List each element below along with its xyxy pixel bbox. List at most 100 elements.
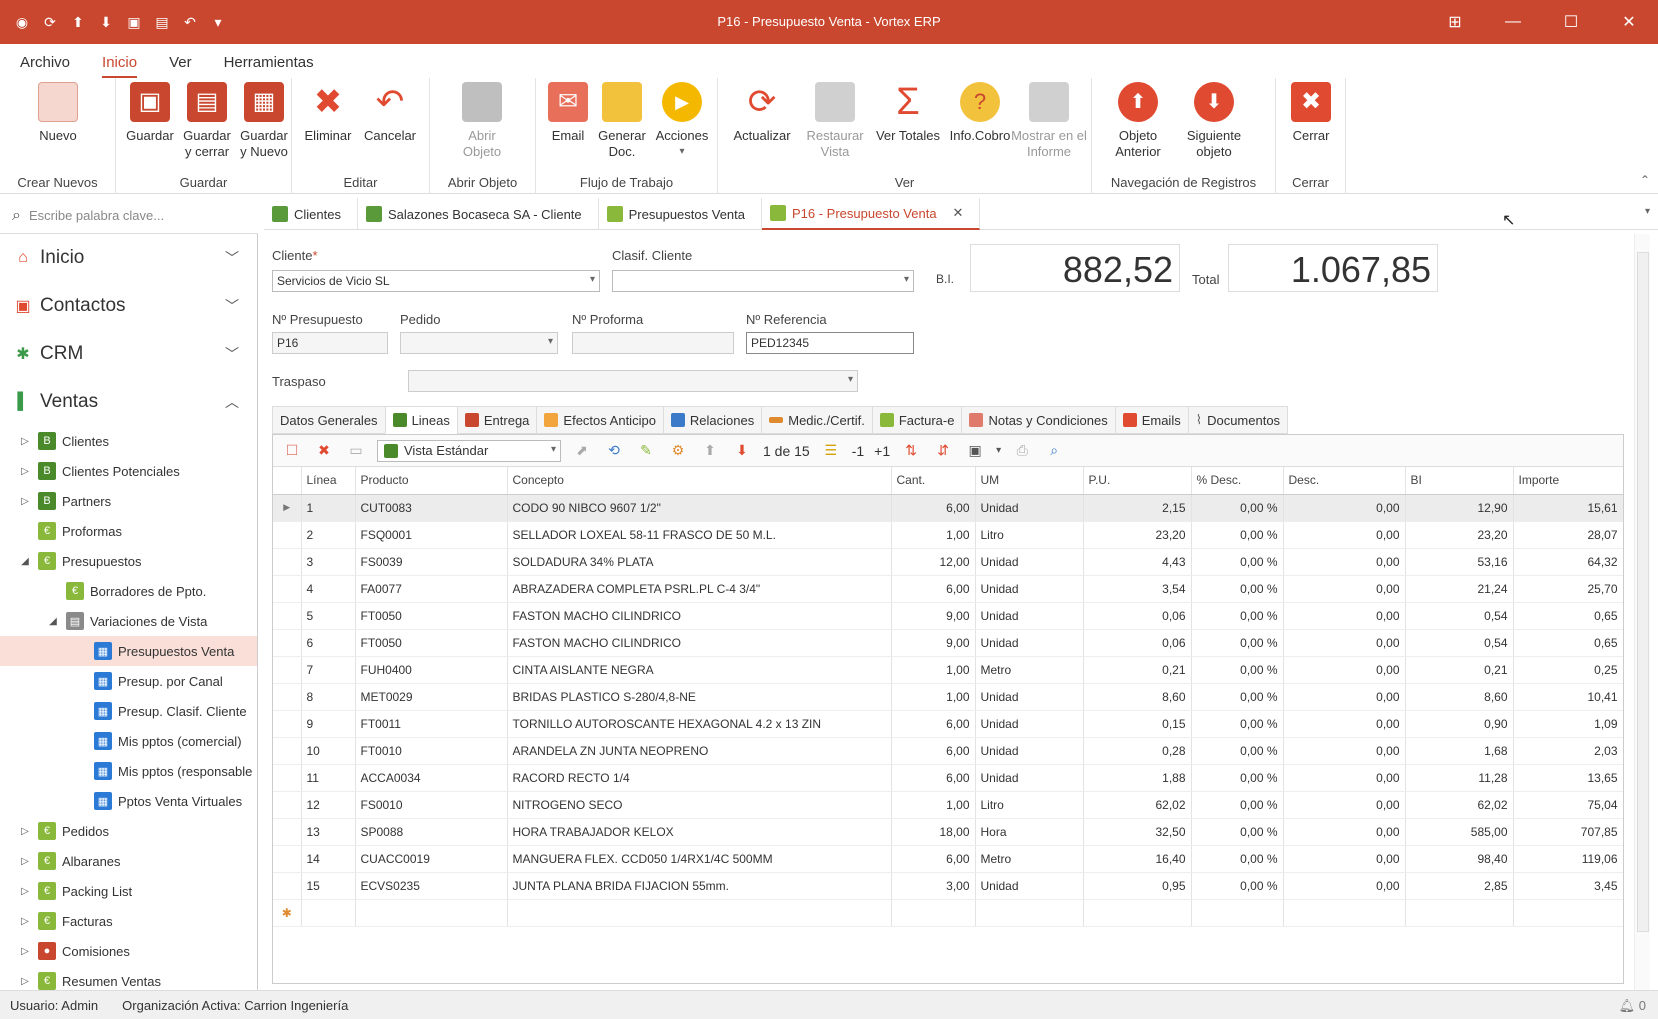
table-cell[interactable]: CINTA AISLANTE NEGRA xyxy=(507,656,892,684)
row-indicator[interactable] xyxy=(273,602,302,630)
table-cell[interactable]: 0,00 xyxy=(1283,737,1406,765)
table-cell[interactable]: FSQ0001 xyxy=(355,521,508,549)
table-cell[interactable]: RACORD RECTO 1/4 xyxy=(507,764,892,792)
table-row[interactable]: 10 FT0010 ARANDELA ZN JUNTA NEOPRENO 6,00 Un… xyxy=(273,737,1623,765)
table-cell[interactable]: 0,00 xyxy=(1283,818,1406,846)
table-cell[interactable]: Unidad xyxy=(975,872,1084,900)
table-cell[interactable]: 16,40 xyxy=(1083,845,1192,873)
prev-record-icon[interactable]: ⬆ xyxy=(699,440,721,462)
col-cant[interactable]: Cant. xyxy=(891,467,976,495)
table-cell[interactable]: ACCA0034 xyxy=(355,764,508,792)
table-cell[interactable]: 1,88 xyxy=(1083,764,1192,792)
table-cell[interactable] xyxy=(355,899,508,927)
tab-entrega[interactable]: Entrega xyxy=(456,406,537,434)
view-selector[interactable]: Vista Estándar xyxy=(377,439,561,462)
generar-doc-button[interactable]: Generar Doc. xyxy=(594,82,650,160)
notifications[interactable]: 🔔︎ 0 xyxy=(1619,998,1646,1014)
table-cell[interactable]: 6,00 xyxy=(891,764,976,792)
table-row[interactable]: 7 FUH0400 CINTA AISLANTE NEGRA 1,00 Metro 0,2… xyxy=(273,656,1623,684)
table-cell[interactable]: 0,28 xyxy=(1083,737,1192,765)
table-cell[interactable]: FS0010 xyxy=(355,791,508,819)
col-um[interactable]: UM xyxy=(975,467,1084,495)
pedido-field[interactable] xyxy=(400,332,558,354)
table-cell[interactable]: 0,00 xyxy=(1283,764,1406,792)
table-cell[interactable]: 1,00 xyxy=(891,521,976,549)
table-cell[interactable] xyxy=(1513,899,1623,927)
row-indicator[interactable] xyxy=(273,872,302,900)
table-cell[interactable]: FS0039 xyxy=(355,548,508,576)
guardar-nuevo-button[interactable]: ▦ Guardar y Nuevo xyxy=(236,82,292,160)
col-bi[interactable]: BI xyxy=(1405,467,1514,495)
table-cell[interactable]: 0,00 % xyxy=(1191,575,1284,603)
table-cell[interactable]: 0,95 xyxy=(1083,872,1192,900)
tab-salazones[interactable]: Salazones Bocaseca SA - Cliente xyxy=(358,198,599,230)
cliente-field[interactable]: Servicios de Vicio SL xyxy=(272,270,600,292)
guardar-cerrar-button[interactable]: ▤ Guardar y cerrar xyxy=(179,82,235,160)
table-cell[interactable]: 0,00 xyxy=(1283,629,1406,657)
table-cell[interactable]: 32,50 xyxy=(1083,818,1192,846)
table-cell[interactable]: 64,32 xyxy=(1513,548,1623,576)
sidebar-item-mis-pptos-comercial[interactable]: ▦ Mis pptos (comercial) xyxy=(0,726,257,756)
table-cell[interactable]: 707,85 xyxy=(1513,818,1623,846)
table-cell[interactable]: MET0029 xyxy=(355,683,508,711)
tab-presupuestos-venta[interactable]: Presupuestos Venta xyxy=(599,198,762,230)
table-cell[interactable]: 0,54 xyxy=(1405,629,1514,657)
table-cell[interactable]: 119,06 xyxy=(1513,845,1623,873)
minus-one-button[interactable]: -1 xyxy=(852,443,864,459)
vertical-scrollbar[interactable] xyxy=(1634,234,1650,990)
preview-icon[interactable]: ⌕ xyxy=(1043,440,1065,462)
table-cell[interactable]: 62,02 xyxy=(1083,791,1192,819)
sidebar-item-variaciones[interactable]: ◢ ▤ Variaciones de Vista xyxy=(0,606,257,636)
table-cell[interactable]: Unidad xyxy=(975,602,1084,630)
expand-icon[interactable]: ▷ xyxy=(18,436,32,447)
table-cell[interactable]: 23,20 xyxy=(1083,521,1192,549)
table-cell[interactable]: 28,07 xyxy=(1513,521,1623,549)
sidebar-item-pptos-virtuales[interactable]: ▦ Pptos Venta Virtuales xyxy=(0,786,257,816)
table-cell[interactable]: 9,00 xyxy=(891,602,976,630)
table-cell[interactable]: Hora xyxy=(975,818,1084,846)
table-cell[interactable]: 1,00 xyxy=(891,683,976,711)
table-cell[interactable]: 5 xyxy=(301,602,356,630)
table-cell[interactable]: FUH0400 xyxy=(355,656,508,684)
row-indicator[interactable] xyxy=(273,710,302,738)
table-cell[interactable]: 1 xyxy=(301,494,356,522)
menu-archivo[interactable]: Archivo xyxy=(20,44,70,78)
table-cell[interactable]: Unidad xyxy=(975,629,1084,657)
table-cell[interactable]: SP0088 xyxy=(355,818,508,846)
minimize-icon[interactable]: — xyxy=(1484,0,1542,44)
row-indicator[interactable] xyxy=(273,764,302,792)
table-row[interactable]: 11 ACCA0034 RACORD RECTO 1/4 6,00 Unidad 1,88… xyxy=(273,764,1623,792)
table-cell[interactable] xyxy=(1283,899,1406,927)
table-cell[interactable]: 6,00 xyxy=(891,710,976,738)
table-cell[interactable]: 0,54 xyxy=(1405,602,1514,630)
table-cell[interactable]: CODO 90 NIBCO 9607 1/2" xyxy=(507,494,892,522)
row-indicator[interactable] xyxy=(273,791,302,819)
sidebar-item-facturas[interactable]: ▷ € Facturas xyxy=(0,906,257,936)
table-cell[interactable]: 0,00 % xyxy=(1191,710,1284,738)
table-cell[interactable]: 0,00 xyxy=(1283,791,1406,819)
mostrar-informe-button[interactable]: Mostrar en el Informe xyxy=(1006,82,1092,160)
table-cell[interactable]: 0,00 % xyxy=(1191,872,1284,900)
npresupuesto-field[interactable]: P16 xyxy=(272,332,388,354)
table-cell[interactable]: 62,02 xyxy=(1405,791,1514,819)
traspaso-field[interactable] xyxy=(408,370,858,392)
table-cell[interactable]: 585,00 xyxy=(1405,818,1514,846)
table-cell[interactable]: 0,00 xyxy=(1283,845,1406,873)
table-cell[interactable]: 6,00 xyxy=(891,737,976,765)
row-indicator[interactable] xyxy=(273,548,302,576)
table-cell[interactable]: 6,00 xyxy=(891,494,976,522)
row-indicator[interactable] xyxy=(273,629,302,657)
menu-herramientas[interactable]: Herramientas xyxy=(224,44,314,78)
table-cell[interactable]: 6 xyxy=(301,629,356,657)
tools-icon[interactable]: ⚙ xyxy=(667,440,689,462)
table-row[interactable]: 3 FS0039 SOLDADURA 34% PLATA 12,00 Unidad 4,4… xyxy=(273,548,1623,576)
table-cell[interactable]: 1,00 xyxy=(891,791,976,819)
nreferencia-field[interactable]: PED12345 xyxy=(746,332,914,354)
table-cell[interactable]: ABRAZADERA COMPLETA PSRL.PL C-4 3/4" xyxy=(507,575,892,603)
table-cell[interactable]: 0,00 % xyxy=(1191,683,1284,711)
table-cell[interactable]: 21,24 xyxy=(1405,575,1514,603)
table-cell[interactable]: 0,21 xyxy=(1083,656,1192,684)
table-cell[interactable]: FT0050 xyxy=(355,629,508,657)
table-cell[interactable]: Litro xyxy=(975,521,1084,549)
table-cell[interactable]: Unidad xyxy=(975,575,1084,603)
